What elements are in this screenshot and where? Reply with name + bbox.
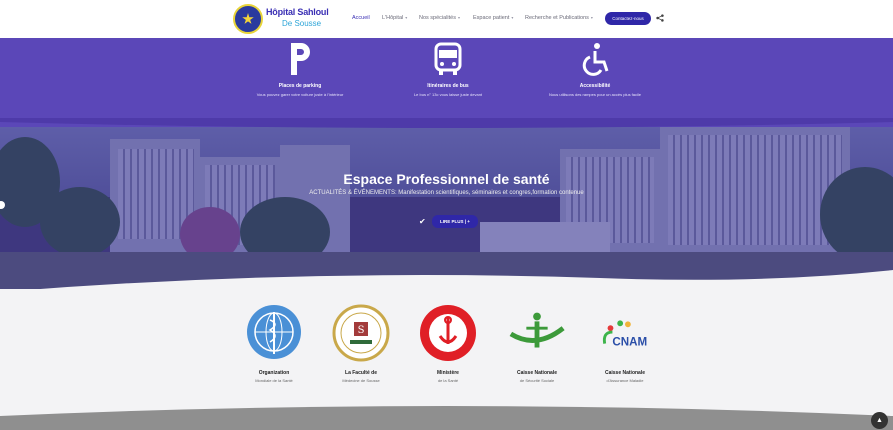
partner-name: Caisse Nationale: [604, 370, 646, 376]
page: Hôpital Sahloul De Sousse Accueil L'Hôpi…: [0, 0, 893, 430]
feature-parking: Places de parking Vous pouvez garer votr…: [220, 38, 380, 97]
brand-name[interactable]: Hôpital Sahloul: [266, 7, 329, 17]
partner-name: Caisse Nationale: [516, 370, 558, 376]
nav-item-recherche[interactable]: Recherche et Publications ▾: [525, 15, 593, 21]
partner-sub: de la Santé: [437, 378, 459, 383]
svg-text:S: S: [358, 325, 365, 336]
chevron-down-icon: ▾: [511, 15, 514, 20]
hero-divider: [0, 270, 893, 292]
ministry-logo: [418, 304, 478, 362]
feature-title: Accessibilité: [579, 83, 611, 89]
band-divider: [0, 118, 893, 128]
partner-cnss[interactable]: Caisse Nationale de Sécurité Sociale: [492, 304, 582, 383]
svg-text:CNAM: CNAM: [612, 336, 647, 349]
feature-accessibility: Accessibilité Nous utilisons des rampes …: [515, 38, 675, 97]
partner-ministry[interactable]: Ministère de la Santé: [403, 304, 493, 383]
site-header: Hôpital Sahloul De Sousse Accueil L'Hôpi…: [0, 0, 893, 38]
hospital-logo[interactable]: [233, 4, 263, 34]
bus-icon: [368, 38, 528, 80]
parking-icon: [220, 38, 380, 80]
partner-name: Ministère: [437, 370, 459, 376]
read-more-button[interactable]: LIRE PLUS | +: [432, 215, 478, 228]
partner-cnam[interactable]: CNAM Caisse Nationale d'Assurance Maladi…: [580, 304, 670, 383]
features-band: Places de parking Vous pouvez garer votr…: [0, 38, 893, 130]
chevron-down-icon: ▾: [405, 15, 408, 20]
feature-bus: Itinéraires de bus Le bus n° 13c vous la…: [368, 38, 528, 97]
feature-desc: Nous utilisons des rampes pour un accès …: [548, 92, 642, 97]
chevron-down-icon: ▾: [590, 15, 593, 20]
footer-divider: [0, 406, 893, 430]
feature-desc: Vous pouvez garer votre voiture juste à …: [256, 92, 344, 97]
partners-section: Organization Mondiale de la Santé S La F…: [0, 292, 893, 402]
feature-title: Places de parking: [278, 83, 322, 89]
nav-item-accueil[interactable]: Accueil: [352, 15, 370, 21]
nav-item-espace-patient[interactable]: Espace patient ▾: [473, 15, 513, 21]
partner-sub: d'Assurance Maladie: [606, 378, 644, 383]
brand-city[interactable]: De Sousse: [282, 19, 321, 28]
wheelchair-icon: [515, 38, 675, 80]
partner-faculty[interactable]: S La Faculté de Médecine de Sousse: [316, 304, 406, 383]
nav-item-specialites[interactable]: Nos spécialités ▾: [419, 15, 460, 21]
partner-sub: de Sécurité Sociale: [519, 378, 555, 383]
contact-button[interactable]: Contactez-nous: [605, 12, 651, 25]
feature-desc: Le bus n° 13c vous laisse juste devant: [413, 92, 483, 97]
check-icon: ✔: [419, 217, 426, 226]
feature-title: Itinéraires de bus: [427, 83, 469, 89]
share-icon[interactable]: [656, 14, 664, 22]
partner-name: La Faculté de: [345, 370, 377, 376]
partner-who[interactable]: Organization Mondiale de la Santé: [229, 304, 319, 383]
hero-slider: Espace Professionnel de santé ACTUALITÉS…: [0, 127, 893, 289]
who-logo: [244, 304, 304, 362]
nav-item-hopital[interactable]: L'Hôpital ▾: [382, 15, 407, 21]
cnss-logo: [507, 304, 567, 362]
cnam-logo: CNAM: [595, 304, 655, 362]
hero-subtitle: ACTUALITÉS & ÉVÉNEMENTS: Manifestation s…: [309, 190, 584, 196]
partner-name: Organization: [258, 370, 290, 376]
chevron-down-icon: ▾: [458, 15, 461, 20]
scroll-to-top-button[interactable]: ▲: [871, 412, 888, 429]
hero-title: Espace Professionnel de santé: [343, 171, 550, 187]
partner-sub: Médecine de Sousse: [342, 378, 380, 383]
partner-sub: Mondiale de la Santé: [255, 378, 293, 383]
faculty-logo: S: [331, 304, 391, 362]
